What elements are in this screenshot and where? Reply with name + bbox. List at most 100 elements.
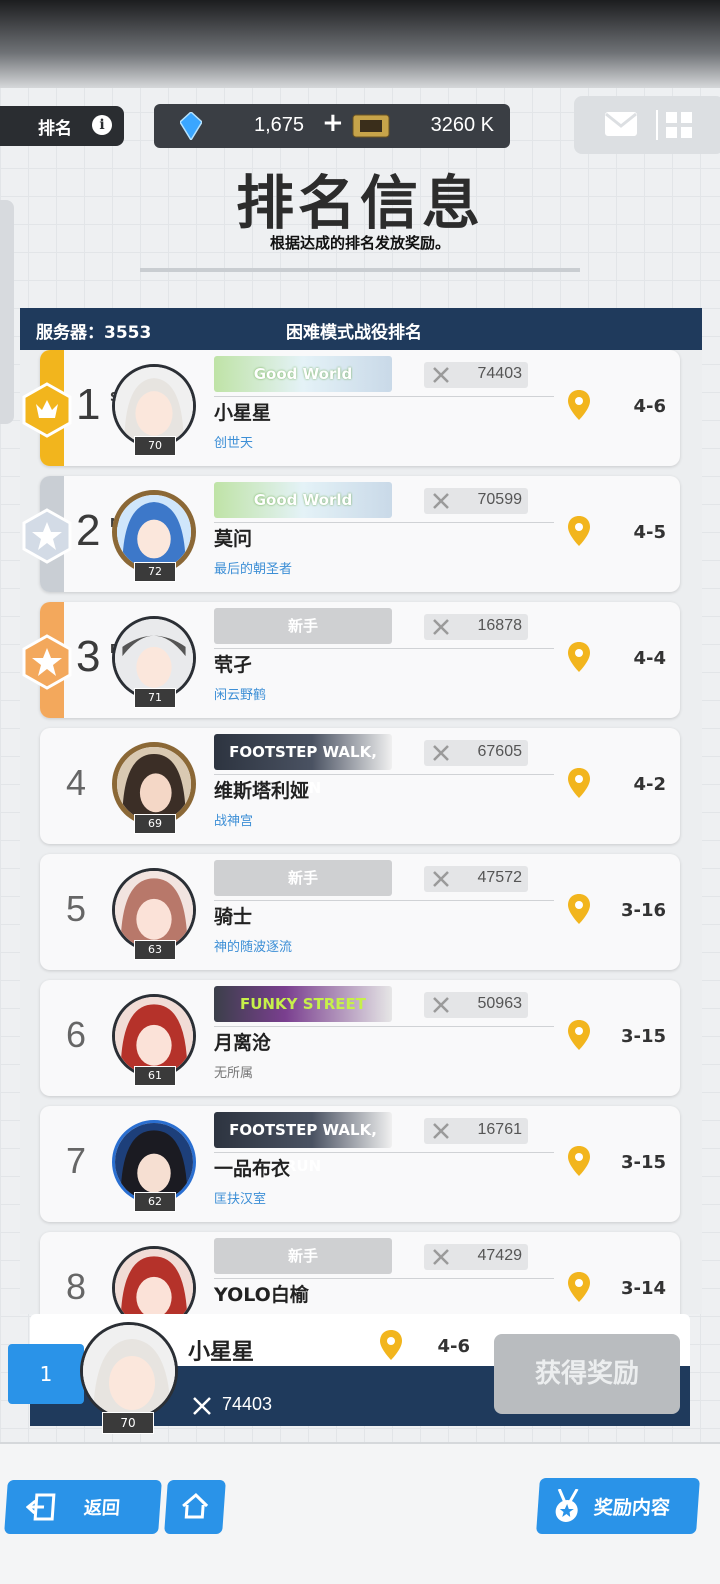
ranking-row[interactable]: 5 63 新手 47572 骑士 神的随波逐流 3-16 [40,854,680,970]
exit-icon [25,1493,56,1521]
gem-count: 1,675 [254,114,305,136]
player-name: 骑士 [214,906,253,928]
player-name: 茕孑 [214,654,253,676]
combat-score: 50963 [424,992,528,1018]
my-avatar[interactable] [80,1322,178,1420]
swords-icon [433,619,449,635]
location-pin-icon [568,516,590,546]
currency-bar: 1,675 + 3260 K [154,104,510,148]
ranking-list[interactable]: 1 ST 70 Good World 74403 小星星 创世天 4-6 2 N… [20,350,702,1314]
title-banner: FOOTSTEP WALK, RUN [214,1112,392,1175]
swords-icon [433,745,449,761]
title-banner: Good World [214,356,392,392]
player-name: 小星星 [214,402,272,424]
ranking-row[interactable]: 2 ND 72 Good World 70599 莫问 最后的朝圣者 4-5 [22,476,680,592]
page-subtitle: 根据达成的排名发放奖励。 [269,234,450,252]
title-banner: FUNKY STREET [214,986,392,1022]
level-badge: 71 [134,688,176,708]
rank-number: 7 [66,1140,87,1181]
level-badge: 61 [134,1066,176,1086]
crystal-icon [180,112,202,140]
level-badge: 69 [134,814,176,834]
home-icon [182,1492,209,1519]
divider [214,900,554,901]
combat-score: 47572 [424,866,528,892]
location-pin-icon [380,1330,402,1360]
stage-progress: 4-6 [633,396,666,417]
divider [214,648,554,649]
divider [214,774,554,775]
ranking-row[interactable]: 3 RD 71 新手 16878 茕孑 闲云野鹤 4-4 [22,602,680,718]
title-banner: 新手 [214,1238,392,1274]
my-stage-progress: 4-6 [437,1336,470,1357]
location-pin-icon [568,642,590,672]
guild-name: 最后的朝圣者 [214,562,293,577]
location-pin-icon [568,768,590,798]
stage-progress: 3-16 [620,900,666,921]
rank-number: 3 [76,632,101,681]
ranking-row[interactable]: 1 ST 70 Good World 74403 小星星 创世天 4-6 [22,350,680,466]
stage-progress: 3-14 [620,1278,666,1299]
divider [214,1278,554,1279]
combat-score: 74403 [424,362,528,388]
ranking-row[interactable]: 4 69 FOOTSTEP WALK, RUN 67605 维斯塔利娅 战神宫 … [40,728,680,844]
location-pin-icon [568,390,590,420]
mail-icon[interactable] [604,110,638,138]
ranking-panel-title: 困难模式战役排名 [286,323,422,343]
divider [214,522,554,523]
swords-icon [433,997,449,1013]
info-icon[interactable]: i [92,115,112,135]
avatar[interactable] [112,1246,196,1314]
divider [656,110,658,140]
combat-score: 70599 [424,488,528,514]
ranking-row[interactable]: 7 62 FOOTSTEP WALK, RUN 16761 一品布衣 匡扶汉室 … [40,1106,680,1222]
rank-number: 4 [66,762,87,803]
divider [214,1026,554,1027]
rank-number: 6 [66,1014,87,1055]
level-badge: 63 [134,940,176,960]
guild-name: 创世天 [214,436,254,451]
guild-name: 匡扶汉室 [214,1192,267,1207]
combat-score: 67605 [424,740,528,766]
home-button[interactable] [164,1480,226,1534]
bronze-medal-icon [22,634,72,690]
title-banner: FOOTSTEP WALK, RUN [214,734,392,797]
combat-score: 16761 [424,1118,528,1144]
swords-icon [433,367,449,383]
level-badge: 70 [134,436,176,456]
my-rank-number: 1 [8,1344,84,1404]
swords-icon [433,1249,449,1265]
ranking-tab[interactable]: 排名 i [0,106,124,146]
swords-icon [433,493,449,509]
back-button[interactable]: 返回 [4,1480,162,1534]
rank-number: 8 [66,1266,87,1307]
title-divider [140,268,580,272]
location-pin-icon [568,1020,590,1050]
player-name: 维斯塔利娅 [214,780,310,802]
my-level-badge: 70 [102,1412,154,1434]
server-label: 服务器：3553 [36,323,152,343]
ranking-tab-label: 排名 [38,118,72,139]
player-name: 一品布衣 [214,1158,291,1180]
level-badge: 62 [134,1192,176,1212]
title-banner: 新手 [214,608,392,644]
page-title: 排名信息 [235,169,484,237]
gold-ticket-icon [352,114,390,138]
title-banner: 新手 [214,860,392,896]
gold-medal-icon [22,382,72,438]
ranking-row[interactable]: 6 61 FUNKY STREET 50963 月离沧 无所属 3-15 [40,980,680,1096]
stage-progress: 3-15 [620,1026,666,1047]
combat-score: 47429 [424,1244,528,1270]
claim-reward-button[interactable]: 获得奖励 [494,1334,680,1414]
ranking-row[interactable]: 8 新手 47429 YOLO白榆 3-14 [40,1232,680,1314]
menu-grid-icon[interactable] [666,112,692,138]
add-gems-button[interactable]: + [322,108,344,138]
reward-contents-button[interactable]: 奖励内容 [536,1478,700,1534]
divider [214,1152,554,1153]
guild-name: 无所属 [214,1066,254,1081]
guild-name: 闲云野鹤 [214,688,267,703]
guild-name: 战神宫 [214,814,254,829]
rank-number: 5 [66,888,87,929]
medal-icon [555,1489,579,1522]
reward-contents-label: 奖励内容 [593,1497,671,1519]
